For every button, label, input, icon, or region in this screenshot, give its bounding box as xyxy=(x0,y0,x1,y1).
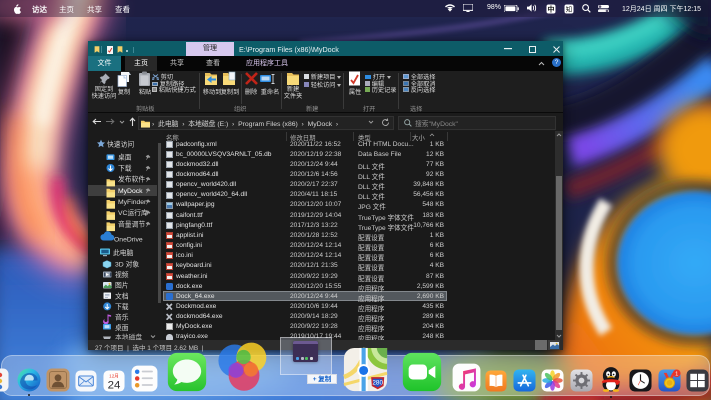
svg-text:OneDrive: OneDrive xyxy=(114,237,143,244)
svg-text:快速访问: 快速访问 xyxy=(107,139,134,148)
svg-text:下载: 下载 xyxy=(118,164,132,173)
svg-text:此电脑: 此电脑 xyxy=(113,248,134,257)
svg-text:桌面: 桌面 xyxy=(115,323,129,332)
svg-text:音量调节: 音量调节 xyxy=(118,219,145,228)
svg-text:文档: 文档 xyxy=(115,291,129,300)
svg-text:24: 24 xyxy=(108,379,121,391)
svg-text:下载: 下载 xyxy=(115,302,129,311)
svg-text:3D 对象: 3D 对象 xyxy=(115,260,139,269)
svg-text:视频: 视频 xyxy=(115,270,129,279)
svg-text:本地磁盘: 本地磁盘 xyxy=(115,333,142,341)
svg-text:MyDock: MyDock xyxy=(118,188,143,195)
svg-text:知: 知 xyxy=(566,4,572,13)
svg-text:桌面: 桌面 xyxy=(118,152,132,161)
svg-text:1: 1 xyxy=(675,371,678,377)
svg-text:280: 280 xyxy=(372,380,383,387)
svg-text:MyFinder: MyFinder xyxy=(118,199,147,206)
svg-text:VC运行库: VC运行库 xyxy=(118,208,148,217)
svg-text:发布软件: 发布软件 xyxy=(118,175,145,184)
svg-text:中: 中 xyxy=(548,4,555,13)
svg-text:音乐: 音乐 xyxy=(115,313,129,322)
svg-text:图片: 图片 xyxy=(115,281,129,290)
